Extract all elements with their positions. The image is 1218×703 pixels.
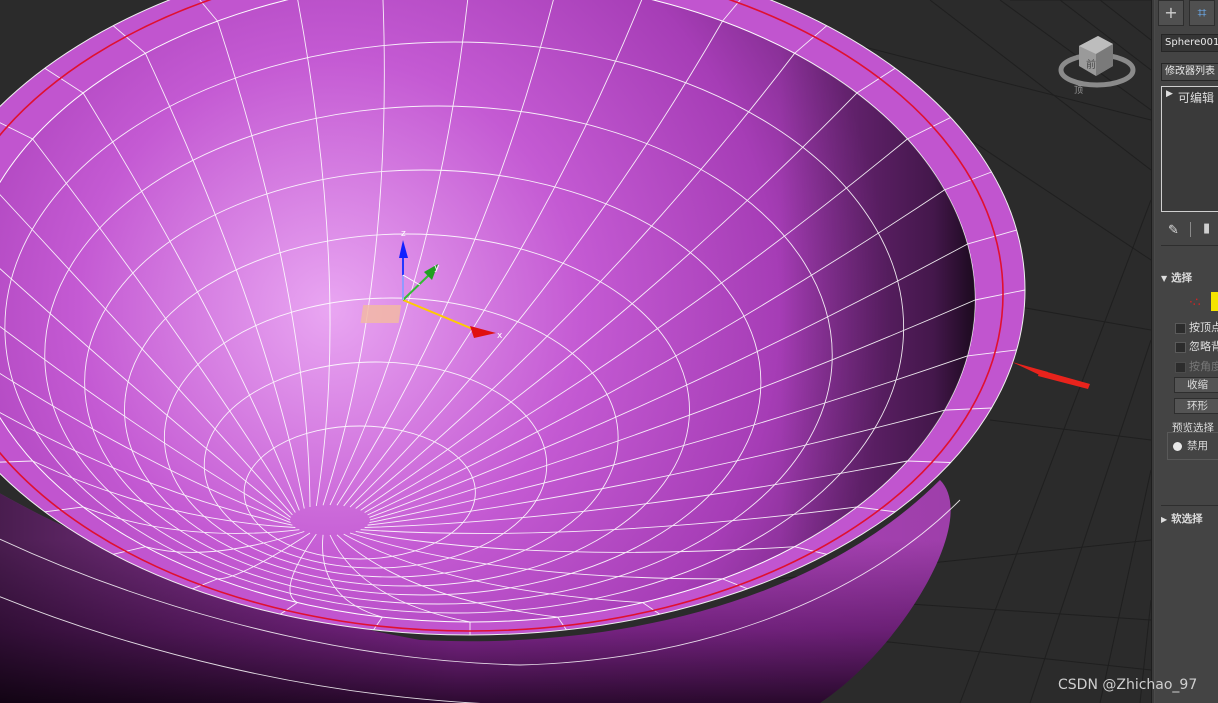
viewcube-front-label: 前 xyxy=(1086,58,1096,71)
shrink-button[interactable]: 收缩 xyxy=(1174,377,1218,393)
create-tab-icon[interactable]: + xyxy=(1158,0,1184,26)
soft-selection-rollout-header[interactable]: ▶ 软选择 xyxy=(1161,511,1218,529)
disable-radio[interactable]: 禁用 xyxy=(1173,438,1208,453)
show-end-result-icon[interactable]: ▮ xyxy=(1203,221,1210,236)
annotation-arrow xyxy=(1012,362,1090,389)
pin-stack-icon[interactable]: ✎ xyxy=(1168,223,1179,238)
viewcube[interactable]: 前 顶 xyxy=(1058,36,1136,96)
viewcube-compass-label: 顶 xyxy=(1074,85,1083,96)
ring-button[interactable]: 环形 xyxy=(1174,398,1218,414)
stack-item-editable-poly[interactable]: 可编辑 xyxy=(1178,89,1214,106)
modifier-stack[interactable]: ▶ 可编辑 xyxy=(1161,86,1218,212)
selection-rollout-header[interactable]: ▼ 选择 xyxy=(1161,270,1218,288)
modify-tab-icon[interactable]: ⌗ xyxy=(1189,0,1215,26)
gizmo-y-label: y xyxy=(434,263,440,273)
ignore-backfacing-checkbox[interactable]: 忽略背 xyxy=(1175,338,1218,354)
modifier-list-dropdown[interactable]: 修改器列表 xyxy=(1161,63,1218,81)
command-panel: + ⌗ Sphere001 修改器列表 ▶ 可编辑 ✎ ▮ ▼ 选择 ·∴ 按顶点… xyxy=(1155,0,1218,703)
watermark: CSDN @Zhichao_97 xyxy=(1058,677,1198,693)
gizmo-x-label: x xyxy=(497,331,503,341)
gizmo-z-label: z xyxy=(401,229,406,239)
edge-mode-icon[interactable] xyxy=(1211,292,1218,311)
by-vertex-checkbox[interactable]: 按顶点 xyxy=(1175,319,1218,335)
panel-separator xyxy=(1161,245,1218,246)
object-name-field[interactable]: Sphere001 xyxy=(1161,34,1218,52)
by-angle-checkbox[interactable]: 按角度 xyxy=(1175,358,1218,374)
3d-viewport[interactable]: z y x 前 顶 xyxy=(0,0,1151,703)
toolbar-separator xyxy=(1190,222,1191,237)
panel-separator-2 xyxy=(1161,505,1218,506)
viewport-scene[interactable]: z y x 前 顶 xyxy=(0,0,1151,703)
stack-expand-icon[interactable]: ▶ xyxy=(1166,89,1173,99)
vertex-mode-icon[interactable]: ·∴ xyxy=(1189,295,1200,309)
